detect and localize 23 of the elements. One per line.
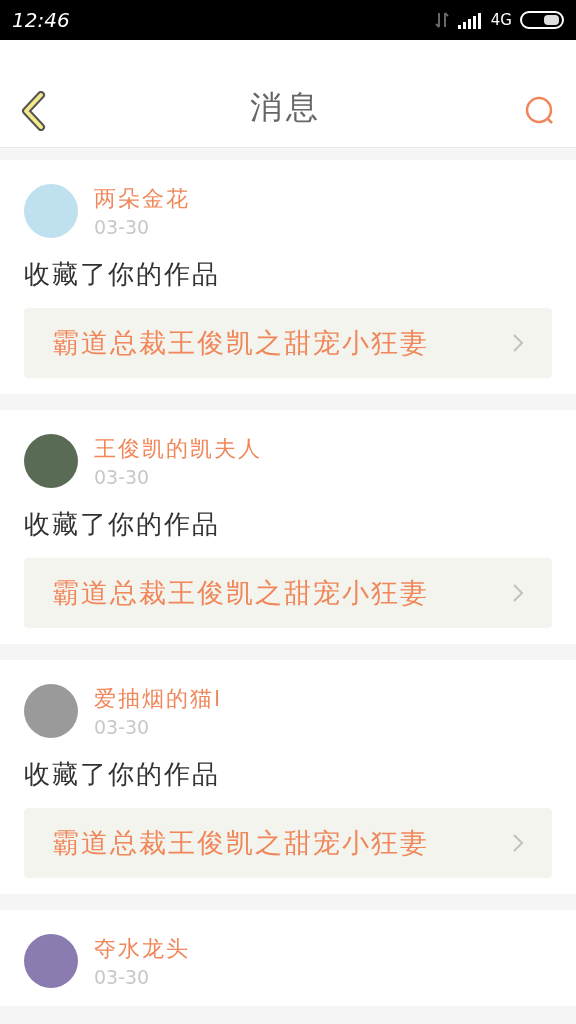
data-arrows-icon [434, 11, 449, 29]
status-time: 12:46 [12, 7, 70, 34]
user-name[interactable]: 夺水龙头 [94, 934, 190, 964]
work-link[interactable]: 霸道总裁王俊凯之甜宠小狂妻 [24, 808, 552, 878]
message-text: 收藏了你的作品 [24, 508, 221, 541]
chevron-right-icon [512, 333, 524, 353]
network-type: 4G [490, 9, 512, 31]
back-chevron-icon [21, 91, 47, 131]
user-name[interactable]: 爱抽烟的猫l [94, 684, 223, 714]
work-link[interactable]: 霸道总裁王俊凯之甜宠小狂妻 [24, 308, 552, 378]
user-name[interactable]: 两朵金花 [94, 184, 190, 214]
user-name[interactable]: 王俊凯的凯夫人 [94, 434, 262, 464]
message-text: 收藏了你的作品 [24, 758, 221, 791]
avatar-placeholder[interactable] [24, 934, 78, 988]
chevron-right-icon [512, 583, 524, 603]
page-title: 消息 [250, 87, 322, 128]
avatar-placeholder[interactable] [24, 434, 78, 488]
avatar-placeholder[interactable] [24, 684, 78, 738]
battery-icon [520, 11, 564, 29]
work-link[interactable]: 霸道总裁王俊凯之甜宠小狂妻 [24, 558, 552, 628]
signal-icon [456, 11, 483, 29]
chevron-right-icon [512, 833, 524, 853]
message-text: 收藏了你的作品 [24, 258, 221, 291]
